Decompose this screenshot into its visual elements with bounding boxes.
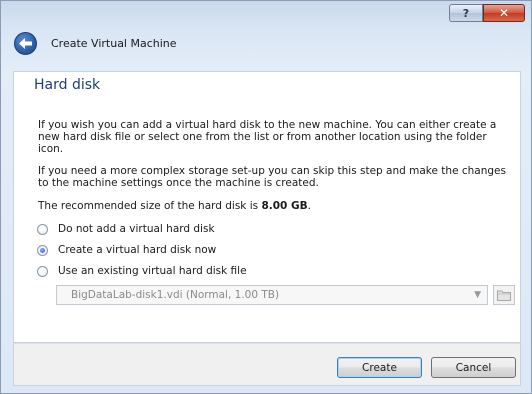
window-controls: ? ✕ [449,4,525,22]
dialog-title: Create Virtual Machine [51,37,177,50]
close-button[interactable]: ✕ [483,4,525,22]
back-button[interactable] [14,32,37,55]
create-button[interactable]: Create [337,357,422,378]
recommended-size-label: The recommended size of the hard disk is [38,200,262,212]
radio-existing-disk[interactable]: Use an existing virtual hard disk file [37,265,247,277]
radio-button[interactable] [37,265,48,277]
advanced-paragraph: If you need a more complex storage set-u… [38,165,506,189]
disk-file-select-value: BigDataLab-disk1.vdi (Normal, 1.00 TB) [71,289,280,301]
dialog-window: ? ✕ Create Virtual Machine Hard disk If … [0,0,532,394]
help-button[interactable]: ? [449,4,483,22]
radio-no-disk[interactable]: Do not add a virtual hard disk [37,223,215,235]
intro-paragraph: If you wish you can add a virtual hard d… [38,119,497,155]
radio-label: Do not add a virtual hard disk [58,223,215,235]
choose-disk-file-button[interactable] [493,285,515,305]
radio-button[interactable] [37,223,48,235]
recommended-size-value: 8.00 GB [261,200,308,212]
radio-label: Create a virtual hard disk now [58,244,217,256]
radio-create-disk[interactable]: Create a virtual hard disk now [37,244,216,256]
folder-icon [497,290,511,301]
radio-label: Use an existing virtual hard disk file [58,265,247,277]
back-arrow-icon [19,38,32,49]
recommended-size-suffix: . [307,200,311,212]
radio-button-checked[interactable] [37,244,48,256]
chevron-down-icon[interactable]: ▼ [474,290,481,300]
page-title: Hard disk [34,77,101,93]
recommended-size-text: The recommended size of the hard disk is… [38,200,508,212]
wizard-header: Create Virtual Machine [14,32,177,55]
cancel-button[interactable]: Cancel [431,357,516,378]
disk-file-select[interactable]: BigDataLab-disk1.vdi (Normal, 1.00 TB) ▼ [56,285,488,305]
